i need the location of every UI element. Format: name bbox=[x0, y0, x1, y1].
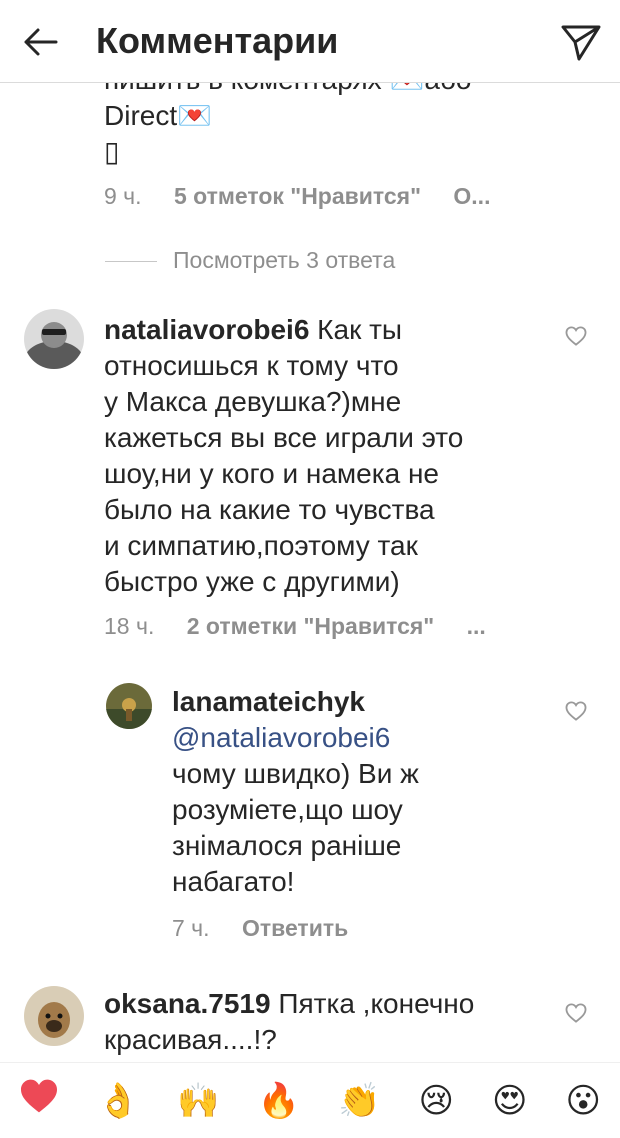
avatar[interactable] bbox=[24, 986, 84, 1046]
comment-text-line: знімалося раніше bbox=[172, 830, 402, 861]
view-replies-button[interactable]: Посмотреть 3 ответа bbox=[105, 245, 395, 275]
direct-send-icon[interactable] bbox=[560, 22, 602, 62]
comment-more[interactable]: ... bbox=[467, 613, 486, 639]
comment-text-line: Direct💌 bbox=[104, 100, 212, 131]
comment-time: 9 ч. bbox=[104, 183, 142, 209]
comment-text-line: быстро уже с другими) bbox=[104, 566, 400, 597]
avatar[interactable] bbox=[106, 683, 152, 729]
comment-text-line: красивая....!? bbox=[104, 1024, 277, 1055]
comment-meta: 9 ч. 5 отметок "Нравится" О... bbox=[104, 181, 490, 211]
emoji-raised-hands-button[interactable]: 🙌 bbox=[177, 1081, 219, 1121]
comment-text: nataliavorobei6 Как ты bbox=[104, 312, 544, 348]
emoji-surprised-button[interactable]: 😮 bbox=[566, 1081, 601, 1121]
emoji-heart-eyes-button[interactable]: 😍 bbox=[492, 1081, 527, 1121]
emoji-reaction-bar: 👌 🙌 🔥 👏 😢 😍 😮 bbox=[0, 1062, 620, 1138]
emoji-clap-button[interactable]: 👏 bbox=[338, 1081, 380, 1121]
comment-time: 7 ч. bbox=[172, 915, 210, 941]
avatar-image bbox=[24, 986, 84, 1046]
back-arrow-icon[interactable] bbox=[20, 22, 60, 62]
comment-text-first: Как ты bbox=[309, 314, 403, 345]
comment-text-line: было на какие то чувства bbox=[104, 494, 435, 525]
reply-button[interactable]: Ответить bbox=[242, 915, 348, 941]
replies-divider bbox=[105, 261, 157, 263]
page-title: Комментарии bbox=[96, 20, 339, 61]
comment-likes[interactable]: 2 отметки "Нравится" bbox=[187, 613, 434, 639]
emoji-ok-hand-button[interactable]: 👌 bbox=[97, 1081, 139, 1121]
comment-meta: 7 ч. Ответить bbox=[172, 913, 348, 943]
comment-text-line: шоу,ни у кого и намека не bbox=[104, 458, 439, 489]
like-heart-icon[interactable] bbox=[565, 326, 587, 346]
comment-text-line: кажеться вы все играли это bbox=[104, 422, 464, 453]
comment-likes[interactable]: 5 отметок "Нравится" bbox=[174, 183, 421, 209]
comment-username: lanamateichyk bbox=[172, 686, 365, 717]
emoji-crying-button[interactable]: 😢 bbox=[419, 1081, 454, 1121]
comment-meta: 18 ч. 2 отметки "Нравится" ... bbox=[104, 611, 486, 641]
view-replies-label: Посмотреть 3 ответа bbox=[173, 247, 396, 273]
comment-username[interactable]: oksana.7519 bbox=[104, 988, 271, 1019]
comment-time: 18 ч. bbox=[104, 613, 155, 639]
comment-text-line: набагато! bbox=[172, 866, 295, 897]
avatar-image bbox=[106, 683, 152, 729]
avatar-image bbox=[24, 309, 84, 369]
comment-more[interactable]: О... bbox=[453, 183, 490, 209]
comment-text-line: относишься к тому что bbox=[104, 350, 399, 381]
comment-text-line: ▯ bbox=[104, 136, 120, 167]
header-bar: Комментарии bbox=[0, 0, 620, 83]
mention-link[interactable]: @nataliavorobei6 bbox=[172, 720, 390, 756]
comments-list[interactable]: пишить в коментарях 💌або Direct💌 ▯ 9 ч. … bbox=[0, 0, 620, 1060]
emoji-fire-button[interactable]: 🔥 bbox=[258, 1081, 300, 1121]
emoji-heart-button[interactable] bbox=[19, 1078, 59, 1123]
avatar[interactable] bbox=[24, 309, 84, 369]
comment-text-line: у Макса девушка?)мне bbox=[104, 386, 402, 417]
comment-text-line: чому швидко) Ви ж bbox=[172, 758, 419, 789]
comment-username[interactable]: nataliavorobei6 bbox=[104, 314, 309, 345]
comment-text: oksana.7519 Пятка ,конечно bbox=[104, 986, 544, 1022]
comment-text-line: розуміете,що шоу bbox=[172, 794, 403, 825]
heart-icon bbox=[21, 1079, 58, 1113]
comment-text-first: Пятка ,конечно bbox=[270, 988, 475, 1019]
comment-text-line: и симпатию,поэтому так bbox=[104, 530, 418, 561]
like-heart-icon[interactable] bbox=[565, 1003, 587, 1023]
like-heart-icon[interactable] bbox=[565, 701, 587, 721]
